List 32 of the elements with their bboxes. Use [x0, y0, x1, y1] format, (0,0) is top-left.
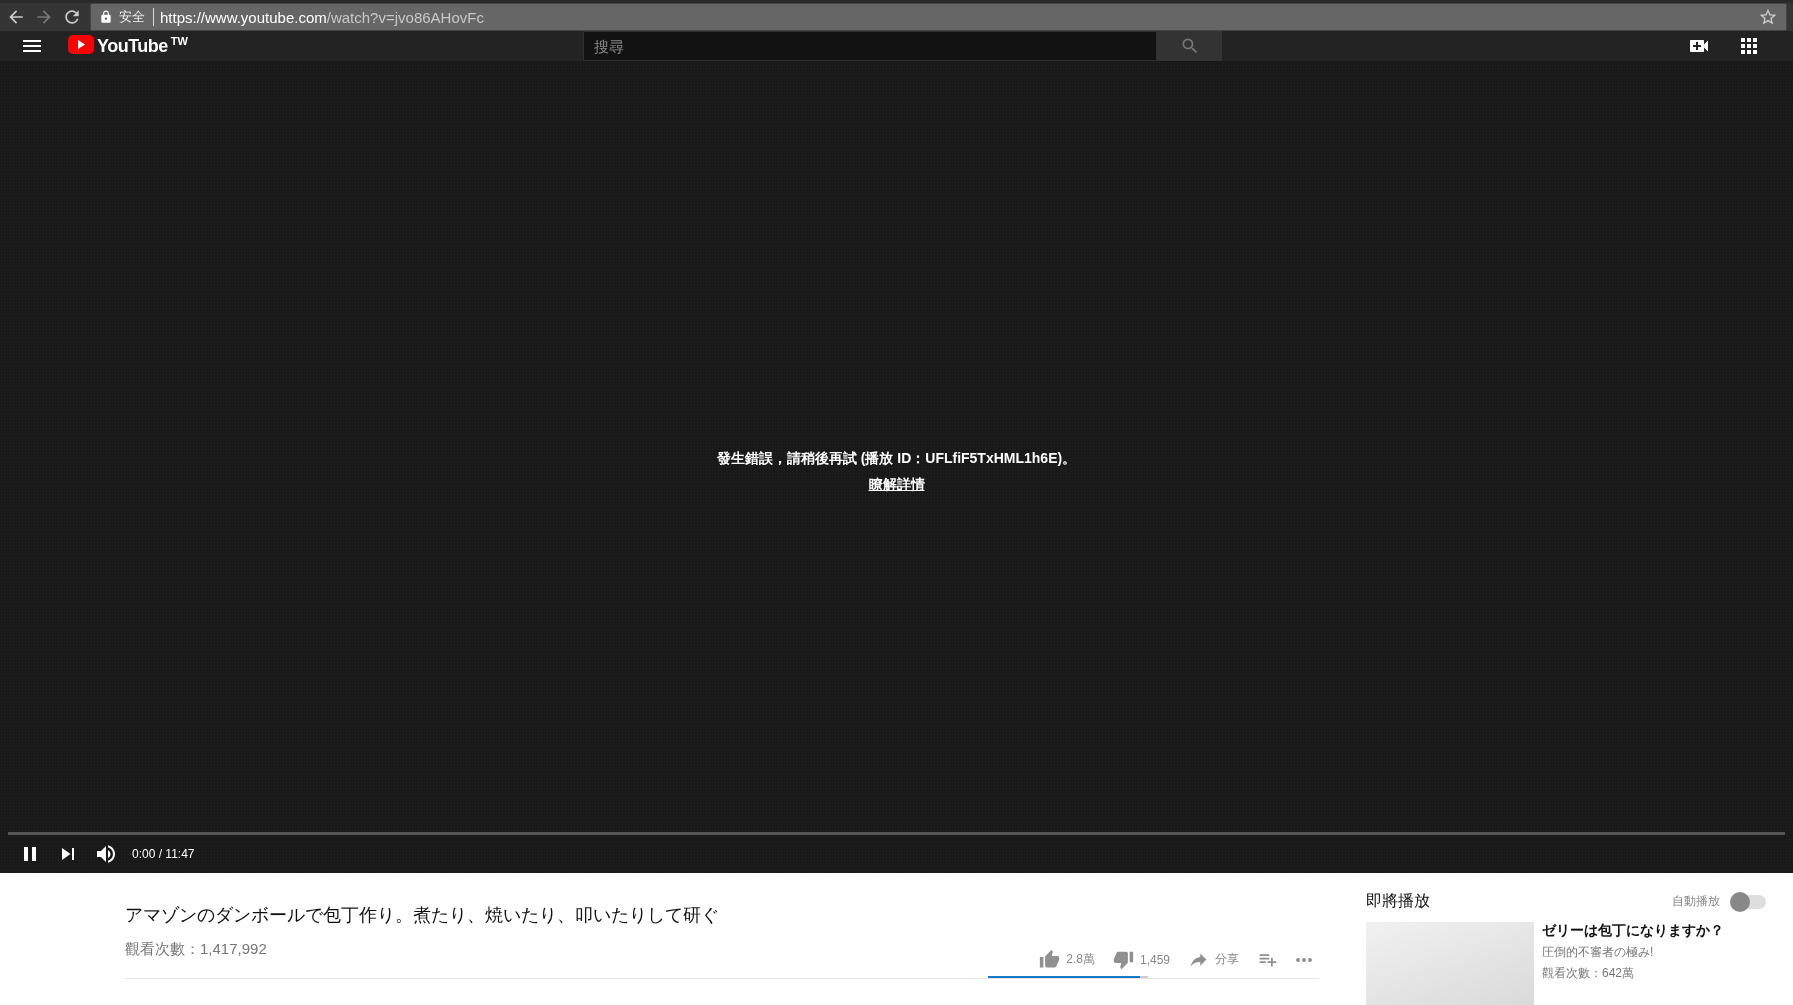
- logo-text[interactable]: YouTube: [97, 35, 168, 57]
- video-title: アマゾンのダンボールで包丁作り。煮たり、焼いたり、叩いたりして研ぐ: [125, 904, 720, 927]
- channel-name: 圧倒的不審者の極み!: [1542, 944, 1655, 961]
- dislike-button[interactable]: 1,459: [1112, 949, 1170, 970]
- thumbs-up-icon: [1039, 949, 1061, 970]
- up-next-heading: 即將播放: [1366, 891, 1430, 911]
- volume-icon: [94, 842, 118, 866]
- play-logo-icon: [68, 35, 94, 54]
- lock-icon: [99, 10, 113, 24]
- like-button[interactable]: 2.8萬: [1039, 949, 1095, 970]
- url-path: /watch?v=jvo86AHovFc: [326, 8, 484, 26]
- thumbs-down-icon: [1112, 949, 1134, 970]
- region-label: TW: [170, 35, 188, 47]
- more-button[interactable]: [1296, 957, 1312, 962]
- autoplay-label: 自動播放: [1672, 893, 1720, 910]
- secure-label: 安全: [119, 8, 154, 26]
- url-host: https://www.youtube.com: [160, 8, 327, 26]
- volume-button[interactable]: [94, 842, 118, 866]
- learn-more-link[interactable]: 瞭解詳情: [868, 475, 925, 494]
- error-message: 發生錯誤，請稍後再試 (播放 ID：UFLfiF5TxHML1h6E)。: [716, 449, 1077, 468]
- view-count: 觀看次數：1,417,992: [125, 940, 267, 959]
- address-bar[interactable]: 安全 https://www.youtube.com/watch?v=jvo86AHovFc: [90, 3, 1787, 31]
- more-icon: [1296, 957, 1312, 962]
- video-link[interactable]: ゼリーは包丁になりますか？: [1542, 922, 1724, 940]
- view-count: 觀看次數：642萬: [1542, 965, 1636, 982]
- reload-icon[interactable]: [62, 7, 82, 27]
- autoplay-toggle[interactable]: [1730, 894, 1766, 909]
- share-button[interactable]: 分享: [1188, 949, 1239, 970]
- search-field[interactable]: 搜尋: [583, 31, 1157, 61]
- time-display: 0:00 / 11:47: [132, 847, 195, 861]
- video-player[interactable]: 發生錯誤，請稍後再試 (播放 ID：UFLfiF5TxHML1h6E)。 瞭解詳情 0:00 / 11:47: [0, 61, 1793, 873]
- bookmark-star-icon[interactable]: [1758, 7, 1778, 27]
